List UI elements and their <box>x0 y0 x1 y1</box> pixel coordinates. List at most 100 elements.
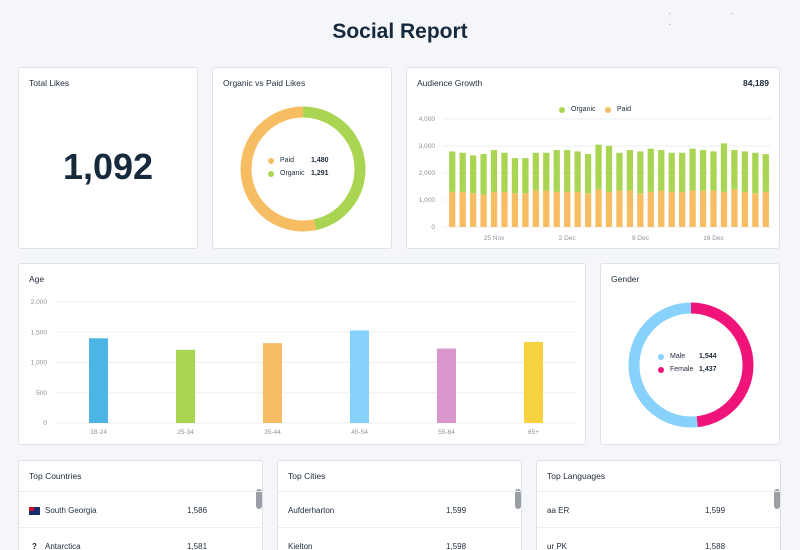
y-tick-label: 2,000 <box>419 170 436 177</box>
total-likes-value: 1,092 <box>62 146 154 187</box>
legend-female-value: 1,437 <box>699 366 717 373</box>
age-bar-18-24 <box>89 338 108 423</box>
x-tick-label: 65+ <box>528 429 539 436</box>
bar-paid <box>616 190 623 227</box>
y-tick-label: 4,000 <box>419 116 436 123</box>
bar-organic <box>480 154 487 195</box>
bar-paid <box>449 191 456 227</box>
bar-organic <box>553 150 560 192</box>
bar-organic <box>689 148 696 191</box>
legend-organic: Organic <box>268 170 305 177</box>
y-tick-label: 1,500 <box>31 329 48 336</box>
legend-paid: Paid <box>268 157 294 164</box>
paid-dot <box>268 157 274 164</box>
top-languages-card[interactable]: Top Languages aa ER 1,599 ur PK 1,588 <box>536 460 781 550</box>
x-tick-label: 2 Dec <box>559 235 577 242</box>
female-dot <box>658 366 664 373</box>
top-countries-title: Top Countries <box>29 471 82 481</box>
bar-paid <box>699 190 707 227</box>
country-label: Antarctica <box>45 542 81 550</box>
language-name: ur PK <box>547 542 568 550</box>
bar-paid <box>543 190 550 227</box>
bar-paid <box>501 191 508 227</box>
bar-organic <box>501 152 508 192</box>
list-item: South Georgia 1,586 <box>19 491 262 527</box>
y-tick-label: 500 <box>36 390 47 397</box>
x-tick-label: 55-64 <box>438 429 455 436</box>
bar-paid <box>490 191 498 227</box>
y-tick-label: 1,000 <box>31 360 48 367</box>
bar-paid <box>459 191 466 227</box>
gender-card: Gender Male 1,544 Female 1,437 <box>600 263 780 445</box>
country-value: 1,586 <box>187 506 208 515</box>
bar-organic <box>731 150 738 190</box>
bar-organic <box>584 154 592 194</box>
x-tick-label: 16 Dec <box>703 235 724 242</box>
age-bar-25-34 <box>176 349 195 423</box>
bar-paid <box>658 190 665 227</box>
bar-paid <box>469 193 477 227</box>
audience-growth-chart: 4,000 3,000 2,000 1,000 0 25 Nov 2 Dec 9 Dec 16 … <box>419 116 771 242</box>
legend-male-label: Male <box>670 353 686 360</box>
flag-icon <box>29 506 40 515</box>
top-cities-title: Top Cities <box>288 471 326 481</box>
bar-organic <box>511 158 519 194</box>
country-label: South Georgia <box>45 506 97 515</box>
legend-paid-label: Paid <box>280 157 295 164</box>
bar-organic <box>626 150 634 191</box>
bar-paid <box>689 190 696 227</box>
y-tick-label: 0 <box>431 224 435 231</box>
legend-organic-value: 1,291 <box>311 170 329 177</box>
bar-organic <box>595 144 602 190</box>
language-name: aa ER <box>547 506 570 515</box>
top-cities-card[interactable]: Top Cities Aufderharton 1,599 Kielton 1,… <box>277 460 522 550</box>
bar-organic <box>762 154 769 192</box>
age-bar-45-54 <box>350 330 369 423</box>
y-tick-label: 2,000 <box>31 299 48 306</box>
y-tick-label: 1,000 <box>419 197 436 204</box>
total-likes-title: Total Likes <box>29 78 70 88</box>
bar-paid <box>532 190 539 227</box>
bar-organic <box>720 143 728 192</box>
total-likes-card: Total Likes 1,092 <box>18 67 198 249</box>
bar-paid <box>584 193 592 227</box>
age-card: Age 2,000 1,500 1,000 500 0 18-24 25-34 35-44 45… <box>18 263 586 445</box>
page-title: Social Report <box>332 20 468 43</box>
bar-organic <box>658 150 665 191</box>
bar-paid <box>564 191 571 227</box>
bar-organic <box>616 152 623 191</box>
legend-female-label: Female <box>670 366 694 373</box>
bar-organic <box>574 151 581 192</box>
bar-paid <box>605 191 613 227</box>
list-item: Kielton 1,598 <box>278 527 521 550</box>
bar-paid <box>626 190 634 227</box>
bar-paid <box>522 193 529 227</box>
city-value: 1,598 <box>446 542 467 550</box>
gender-donut <box>628 302 754 428</box>
language-value: 1,599 <box>705 506 726 515</box>
male-dot <box>658 353 664 360</box>
x-tick-label: 25 Nov <box>484 235 505 242</box>
organic-vs-paid-card: Organic vs Paid Likes Paid 1,480 Organic… <box>212 67 392 249</box>
x-tick-label: 35-44 <box>264 429 281 436</box>
legend-female: Female <box>658 366 693 373</box>
top-countries-card[interactable]: Top Countries South Georgia 1,586 ? Antar… <box>18 460 263 550</box>
bar-organic <box>668 152 675 192</box>
bar-paid <box>731 189 738 227</box>
city-name: Kielton <box>288 542 313 550</box>
legend-male-value: 1,544 <box>699 353 717 360</box>
bar-organic <box>710 151 717 191</box>
country-name: ? Antarctica <box>29 542 81 550</box>
x-tick-label: 45-54 <box>351 429 368 436</box>
bar-organic <box>647 148 654 192</box>
x-tick-label: 9 Dec <box>632 235 650 242</box>
organic-vs-paid-donut <box>240 106 366 232</box>
age-bar-65+ <box>524 341 543 423</box>
bar-organic <box>637 151 644 194</box>
legend-organic-label: Organic <box>280 170 305 177</box>
bar-paid <box>647 191 654 227</box>
bar-paid <box>637 193 644 227</box>
unknown-flag-icon: ? <box>32 542 37 550</box>
audience-growth-card: Audience Growth 84,189 Organic Paid 4,00… <box>406 67 780 249</box>
age-bar-55-64 <box>437 348 456 423</box>
